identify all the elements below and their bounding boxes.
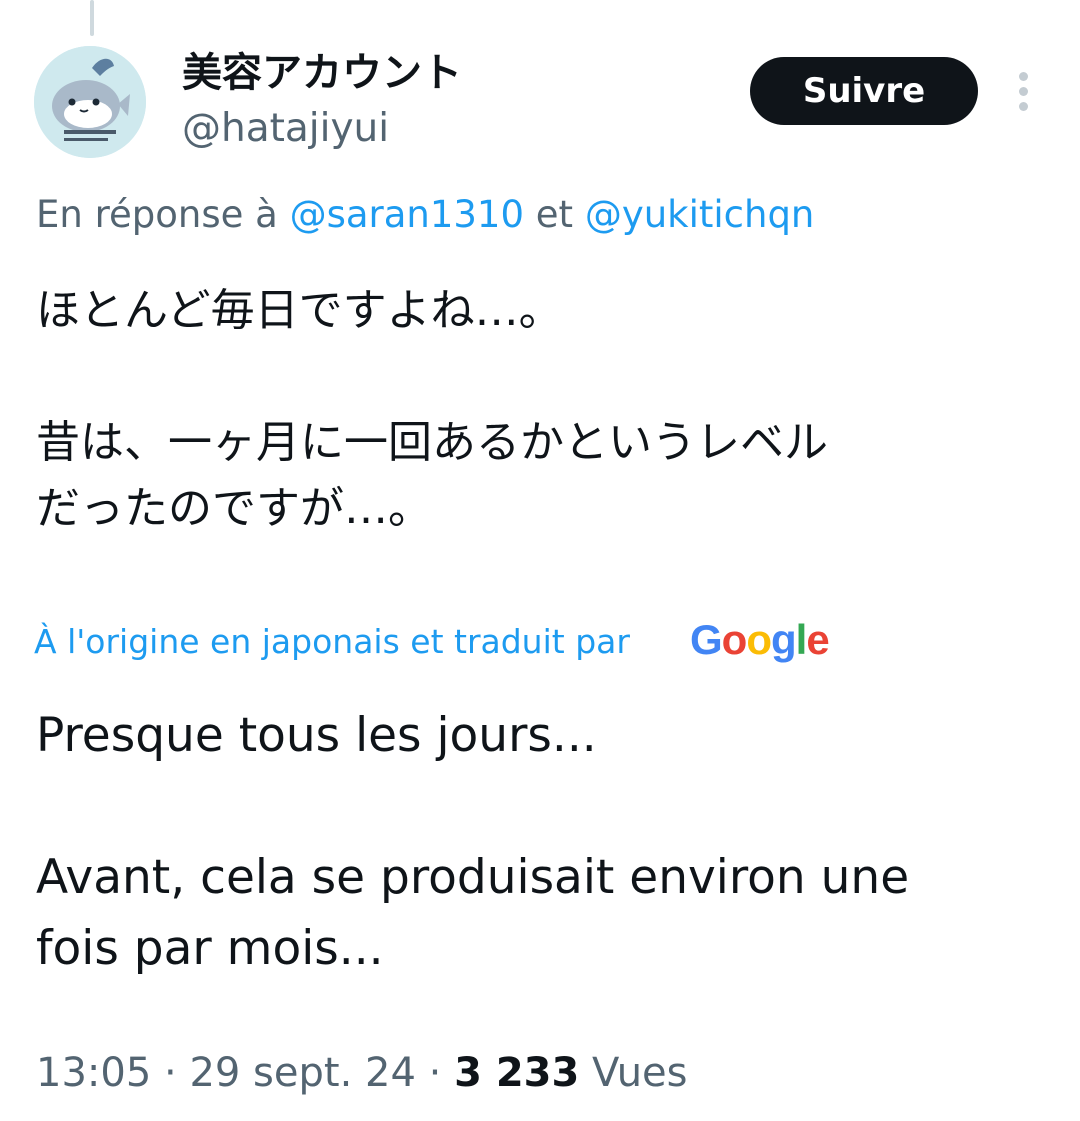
avatar[interactable] bbox=[34, 46, 146, 158]
tweet-metadata: 13:05 · 29 sept. 24 · 3 233 Vues bbox=[36, 1045, 688, 1101]
translation-note-link[interactable]: À l'origine en japonais et traduit par bbox=[34, 617, 630, 667]
google-logo-letter: G bbox=[690, 616, 723, 663]
mention-link-saran1310[interactable]: @saran1310 bbox=[290, 193, 524, 236]
reply-prefix: En réponse à bbox=[36, 193, 290, 236]
google-logo: Google bbox=[690, 612, 830, 668]
views-label: Vues bbox=[579, 1050, 688, 1096]
follow-button[interactable]: Suivre bbox=[750, 57, 978, 125]
views-count: 3 233 bbox=[454, 1050, 580, 1096]
more-options-icon[interactable] bbox=[1012, 72, 1036, 112]
mention-link-yukitichqn[interactable]: @yukitichqn bbox=[585, 193, 815, 236]
google-logo-letter: o bbox=[721, 616, 748, 663]
google-logo-letter: g bbox=[770, 616, 797, 663]
meta-separator: · bbox=[415, 1050, 455, 1096]
google-logo-letter: o bbox=[746, 616, 772, 663]
thread-connector-line bbox=[90, 0, 94, 36]
shark-avatar-icon bbox=[34, 46, 146, 158]
reply-context: En réponse à @saran1310 et @yukitichqn bbox=[36, 190, 814, 240]
author-display-name[interactable]: 美容アカウント bbox=[182, 48, 462, 98]
meta-separator: · bbox=[151, 1050, 190, 1096]
reply-connector: et bbox=[524, 193, 585, 236]
tweet-translated-text: Presque tous les jours... Avant, cela se… bbox=[36, 708, 910, 976]
google-logo-letter: e bbox=[806, 616, 829, 663]
tweet-time[interactable]: 13:05 bbox=[36, 1050, 151, 1096]
author-handle[interactable]: @hatajiyui bbox=[182, 104, 389, 154]
google-logo-letter: l bbox=[795, 616, 808, 663]
tweet-original-text: ほとんど毎日ですよね…。 昔は、一ヶ月に一回あるかというレベル だったのですが…… bbox=[36, 285, 828, 534]
tweet-date[interactable]: 29 sept. 24 bbox=[189, 1050, 415, 1096]
